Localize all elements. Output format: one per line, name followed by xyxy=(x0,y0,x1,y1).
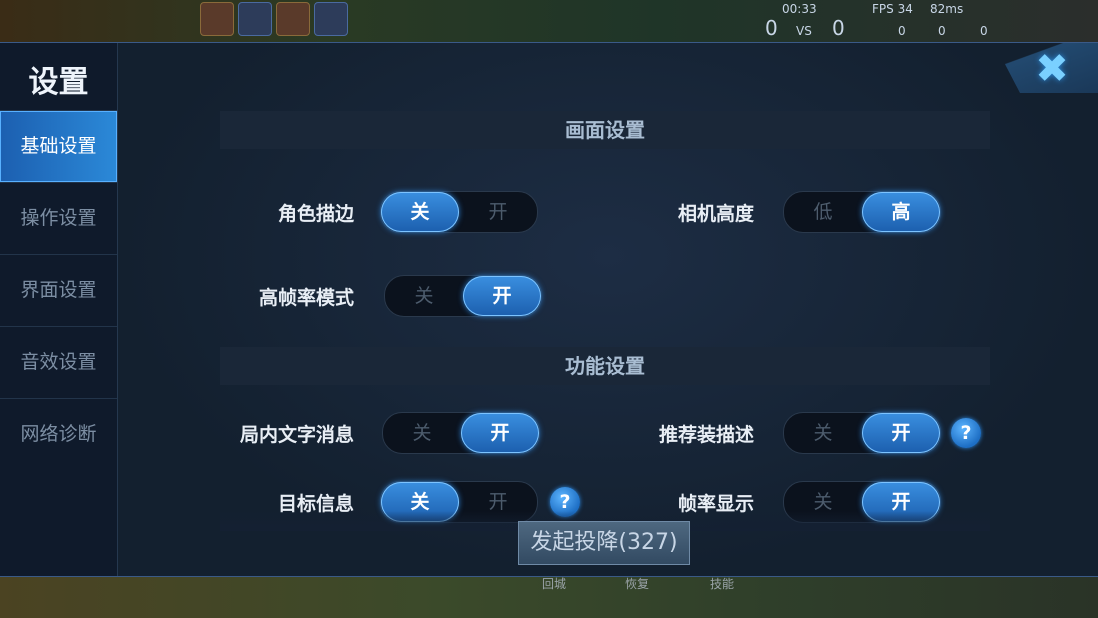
settings-sidebar: 设置 基础设置 操作设置 界面设置 音效设置 网络诊断 xyxy=(0,43,118,576)
equip-desc-off[interactable]: 关 xyxy=(784,413,862,453)
outline-toggle[interactable]: 关 开 xyxy=(380,191,538,233)
hero-portrait xyxy=(314,2,348,36)
camera-toggle[interactable]: 低 高 xyxy=(783,191,941,233)
hero-portrait xyxy=(238,2,272,36)
sidebar-item-basic[interactable]: 基础设置 xyxy=(0,110,117,182)
assists-count: 0 xyxy=(980,24,988,38)
outline-on[interactable]: 开 xyxy=(459,192,537,232)
hfr-off[interactable]: 关 xyxy=(385,276,463,316)
chat-toggle[interactable]: 关 开 xyxy=(382,412,540,454)
hfr-toggle[interactable]: 关 开 xyxy=(384,275,542,317)
camera-high[interactable]: 高 xyxy=(862,192,940,232)
heal-label: 恢复 xyxy=(625,577,650,591)
hero-portrait xyxy=(276,2,310,36)
surrender-button[interactable]: 发起投降(327) xyxy=(518,521,690,565)
equip-desc-help-icon[interactable]: ? xyxy=(951,418,981,448)
skill-label: 技能 xyxy=(710,577,735,591)
ping-readout: 82ms xyxy=(930,2,964,16)
sidebar-item-interface[interactable]: 界面设置 xyxy=(0,254,117,326)
section-function: 功能设置 xyxy=(220,347,990,385)
chat-off[interactable]: 关 xyxy=(383,413,461,453)
settings-content: 画面设置 角色描边 关 开 相机高度 低 高 高帧率模式 关 开 功能设置 局内… xyxy=(118,43,1098,576)
close-button[interactable]: ✖ xyxy=(1032,49,1072,89)
hero-portraits xyxy=(200,0,348,36)
sidebar-item-network[interactable]: 网络诊断 xyxy=(0,398,117,470)
chat-label: 局内文字消息 xyxy=(239,424,354,446)
close-icon: ✖ xyxy=(1035,46,1069,92)
hfr-label: 高帧率模式 xyxy=(258,287,354,309)
outline-label: 角色描边 xyxy=(277,203,354,225)
sidebar-item-audio[interactable]: 音效设置 xyxy=(0,326,117,398)
settings-panel: 设置 基础设置 操作设置 界面设置 音效设置 网络诊断 画面设置 角色描边 关 … xyxy=(0,42,1098,577)
recall-label: 回城 xyxy=(542,577,567,591)
equip-desc-toggle[interactable]: 关 开 xyxy=(783,412,941,454)
camera-low[interactable]: 低 xyxy=(784,192,862,232)
score-red: 0 xyxy=(832,16,845,40)
section-display: 画面设置 xyxy=(220,111,990,149)
sidebar-item-controls[interactable]: 操作设置 xyxy=(0,182,117,254)
kills-count: 0 xyxy=(898,24,906,38)
fps-readout: FPS 34 xyxy=(872,2,913,16)
equip-desc-on[interactable]: 开 xyxy=(862,413,940,453)
settings-title: 设置 xyxy=(28,65,89,100)
camera-label: 相机高度 xyxy=(677,203,754,225)
outline-off[interactable]: 关 xyxy=(381,192,459,232)
vs-label: VS xyxy=(796,24,812,38)
hero-portrait xyxy=(200,2,234,36)
chat-on[interactable]: 开 xyxy=(461,413,539,453)
score-blue: 0 xyxy=(765,16,778,40)
hfr-on[interactable]: 开 xyxy=(463,276,541,316)
equip-desc-label: 推荐装描述 xyxy=(658,424,754,446)
match-timer: 00:33 xyxy=(782,2,817,16)
deaths-count: 0 xyxy=(938,24,946,38)
game-hud-bar: 00:33 0 VS 0 FPS 34 82ms 0 0 0 xyxy=(0,0,1098,44)
